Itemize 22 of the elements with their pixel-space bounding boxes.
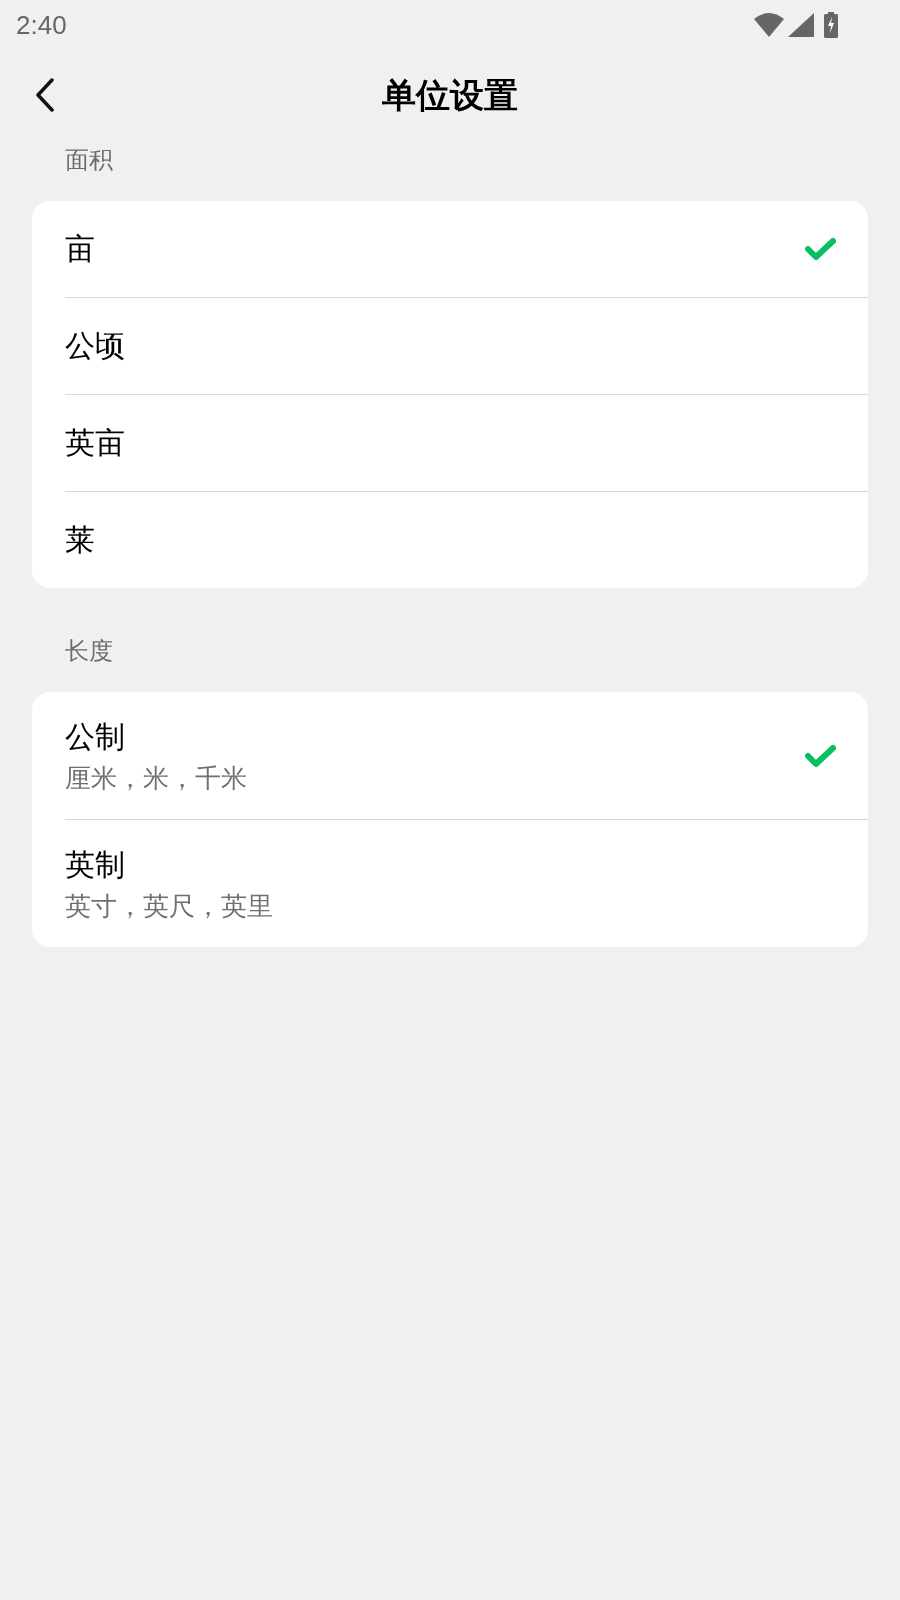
unit-option[interactable]: 莱 [32, 492, 868, 588]
section-label: 长度 [65, 637, 113, 664]
unit-option[interactable]: 英制 英寸，英尺，英里 [32, 820, 868, 947]
wifi-icon [754, 13, 784, 37]
option-label: 莱 [65, 522, 95, 558]
option-label: 英亩 [65, 425, 125, 461]
unit-option[interactable]: 公顷 [32, 298, 868, 394]
option-description: 英寸，英尺，英里 [65, 889, 273, 922]
unit-option[interactable]: 公制 厘米，米，千米 [32, 692, 868, 819]
option-label: 亩 [65, 231, 95, 267]
signal-icon [788, 13, 814, 37]
option-label: 公顷 [65, 328, 125, 364]
option-label: 公制 [65, 718, 126, 755]
battery-charging-icon [824, 12, 838, 38]
status-time: 2:40 [16, 12, 67, 38]
unit-option[interactable]: 英亩 [32, 395, 868, 491]
option-description: 厘米，米，千米 [65, 761, 247, 794]
option-label: 英制 [65, 846, 126, 883]
section-label: 面积 [65, 146, 113, 173]
unit-option[interactable]: 亩 [32, 201, 868, 297]
back-chevron-icon [35, 78, 55, 112]
page-title: 单位设置 [382, 78, 518, 112]
